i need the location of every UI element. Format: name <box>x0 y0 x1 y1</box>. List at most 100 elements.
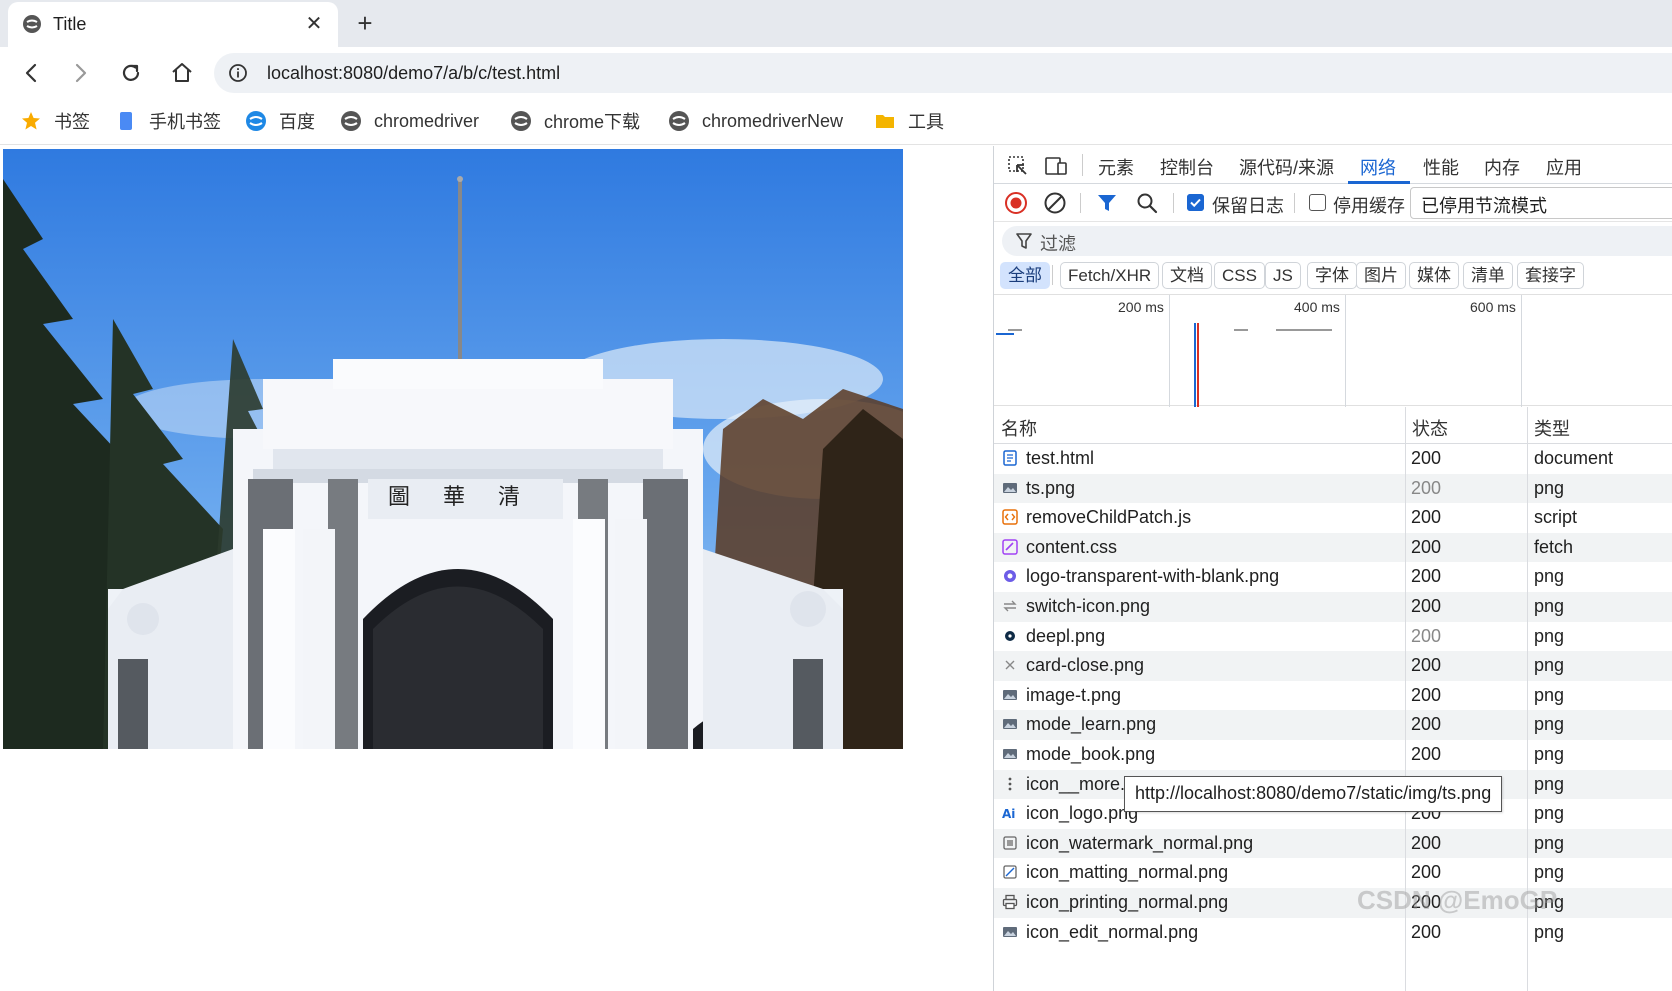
table-row[interactable]: mode_book.png 200 png <box>994 740 1672 770</box>
type-filter-img[interactable]: 图片 <box>1356 262 1406 289</box>
overview-tick: 200 ms <box>1118 299 1164 315</box>
forward-arrow-icon[interactable] <box>68 60 94 86</box>
tab-memory[interactable]: 内存 <box>1484 154 1520 180</box>
request-name[interactable]: removeChildPatch.js <box>1026 507 1191 528</box>
request-name[interactable]: mode_learn.png <box>1026 714 1156 735</box>
disable-cache-label[interactable]: 停用缓存 <box>1333 192 1405 218</box>
preserve-log-checkbox[interactable] <box>1187 194 1204 211</box>
filter-icon[interactable] <box>1095 191 1119 215</box>
address-bar[interactable]: localhost:8080/demo7/a/b/c/test.html <box>214 53 1672 93</box>
column-header-status[interactable]: 状态 <box>1412 415 1448 441</box>
type-filter-font[interactable]: 字体 <box>1307 262 1357 289</box>
request-name[interactable]: image-t.png <box>1026 685 1121 706</box>
table-row[interactable]: icon_matting_normal.png 200 png <box>994 858 1672 888</box>
type-filter-fetch-xhr[interactable]: Fetch/XHR <box>1060 262 1160 289</box>
table-row[interactable]: logo-transparent-with-blank.png 200 png <box>994 562 1672 592</box>
table-row[interactable]: image-t.png 200 png <box>994 681 1672 711</box>
clear-icon[interactable] <box>1043 191 1067 215</box>
tab-network[interactable]: 网络 <box>1360 154 1396 180</box>
tab-application[interactable]: 应用 <box>1546 154 1582 180</box>
browser-tab[interactable]: Title ✕ <box>8 2 338 47</box>
type-filter-socket[interactable]: 套接字 <box>1517 262 1584 289</box>
request-name[interactable]: switch-icon.png <box>1026 596 1150 617</box>
column-header-type[interactable]: 类型 <box>1534 415 1570 441</box>
table-row[interactable]: switch-icon.png 200 png <box>994 592 1672 622</box>
star-icon <box>22 112 40 130</box>
column-header-name[interactable]: 名称 <box>1001 415 1037 441</box>
baidu-icon <box>246 111 266 131</box>
tab-strip: Title ✕ + <box>0 0 1672 47</box>
url-text[interactable]: localhost:8080/demo7/a/b/c/test.html <box>267 63 560 84</box>
table-row[interactable]: icon_edit_normal.png 200 png <box>994 918 1672 948</box>
network-toolbar: 保留日志 停用缓存 已停用节流模式 <box>994 184 1672 222</box>
reload-icon[interactable] <box>118 60 144 86</box>
table-row[interactable]: card-close.png 200 png <box>994 651 1672 681</box>
bookmark-item[interactable]: chromedriver <box>340 109 479 133</box>
table-row[interactable]: mode_learn.png 200 png <box>994 710 1672 740</box>
watermark-icon <box>1003 836 1017 850</box>
request-type: png <box>1534 596 1565 616</box>
device-toolbar-icon[interactable] <box>1044 154 1068 178</box>
inspect-element-icon[interactable] <box>1006 154 1030 178</box>
request-name[interactable]: mode_book.png <box>1026 744 1155 765</box>
tab-sources[interactable]: 源代码/来源 <box>1239 154 1334 180</box>
tab-performance[interactable]: 性能 <box>1423 154 1459 180</box>
ai-icon: Ai <box>1002 807 1015 821</box>
tab-elements[interactable]: 元素 <box>1098 154 1134 180</box>
request-type: png <box>1534 566 1565 587</box>
request-name[interactable]: logo-transparent-with-blank.png <box>1026 566 1279 587</box>
request-name[interactable]: test.html <box>1026 448 1094 469</box>
record-icon[interactable] <box>1004 191 1028 215</box>
request-name[interactable]: deepl.png <box>1026 626 1105 647</box>
filter-funnel-icon <box>1016 233 1032 249</box>
overview-gridline <box>1169 295 1170 407</box>
preserve-log-label[interactable]: 保留日志 <box>1212 192 1284 218</box>
table-row[interactable]: icon_watermark_normal.png 200 png <box>994 828 1672 859</box>
table-row[interactable]: icon_printing_normal.png 200 png <box>994 888 1672 918</box>
table-row[interactable]: removeChildPatch.js 200 script <box>994 503 1672 533</box>
tab-console[interactable]: 控制台 <box>1160 154 1214 180</box>
back-arrow-icon[interactable] <box>18 60 44 86</box>
type-filter-doc[interactable]: 文档 <box>1162 262 1212 289</box>
type-filter-js[interactable]: JS <box>1265 262 1301 289</box>
table-row[interactable]: ts.png 200 png <box>994 473 1672 504</box>
network-overview[interactable]: 200 ms 400 ms 600 ms <box>994 294 1672 407</box>
home-icon[interactable] <box>169 60 195 86</box>
search-icon[interactable] <box>1135 191 1159 215</box>
table-row[interactable]: content.css 200 fetch <box>994 532 1672 563</box>
request-name[interactable]: content.css <box>1026 537 1117 558</box>
table-row[interactable]: deepl.png 200 png <box>994 622 1672 652</box>
bookmark-item[interactable]: 百度 <box>245 109 315 133</box>
request-status: 200 <box>1411 744 1442 764</box>
type-filter-media[interactable]: 媒体 <box>1409 262 1459 289</box>
request-name[interactable]: icon_matting_normal.png <box>1026 862 1228 883</box>
disable-cache-checkbox[interactable] <box>1309 194 1326 211</box>
filter-input[interactable]: 过滤 <box>1002 226 1672 256</box>
request-name[interactable]: icon_printing_normal.png <box>1026 892 1228 913</box>
type-filter-manifest[interactable]: 清单 <box>1463 262 1513 289</box>
bookmark-label: 工具 <box>908 112 944 132</box>
bookmark-item[interactable]: chrome下载 <box>510 109 640 133</box>
request-name[interactable]: card-close.png <box>1026 655 1144 676</box>
throttling-value: 已停用节流模式 <box>1421 196 1547 216</box>
type-filter-css[interactable]: CSS <box>1214 262 1265 289</box>
overview-tick: 600 ms <box>1470 299 1516 315</box>
request-name[interactable]: icon_logo.png <box>1026 803 1138 824</box>
new-tab-button[interactable]: + <box>352 10 378 37</box>
throttling-select[interactable]: 已停用节流模式 <box>1410 187 1672 219</box>
bookmark-item[interactable]: 书签 <box>20 109 90 133</box>
table-row[interactable]: test.html 200 document <box>994 444 1672 474</box>
bookmark-folder[interactable]: 工具 <box>874 109 944 133</box>
close-tab-icon[interactable]: ✕ <box>302 12 326 36</box>
bookmark-label: chromedriverNew <box>702 110 844 131</box>
request-status: 200 <box>1411 921 1442 942</box>
site-info-icon[interactable] <box>228 63 248 83</box>
request-name[interactable]: ts.png <box>1026 478 1075 499</box>
switch-icon <box>1003 600 1017 612</box>
request-name[interactable]: icon_watermark_normal.png <box>1026 833 1253 854</box>
bookmark-item[interactable]: 手机书签 <box>115 109 221 133</box>
type-filter-all[interactable]: 全部 <box>1000 262 1050 289</box>
request-name[interactable]: icon_edit_normal.png <box>1026 922 1198 943</box>
bookmark-item[interactable]: chromedriverNew <box>668 109 843 133</box>
close-icon <box>1005 660 1015 670</box>
